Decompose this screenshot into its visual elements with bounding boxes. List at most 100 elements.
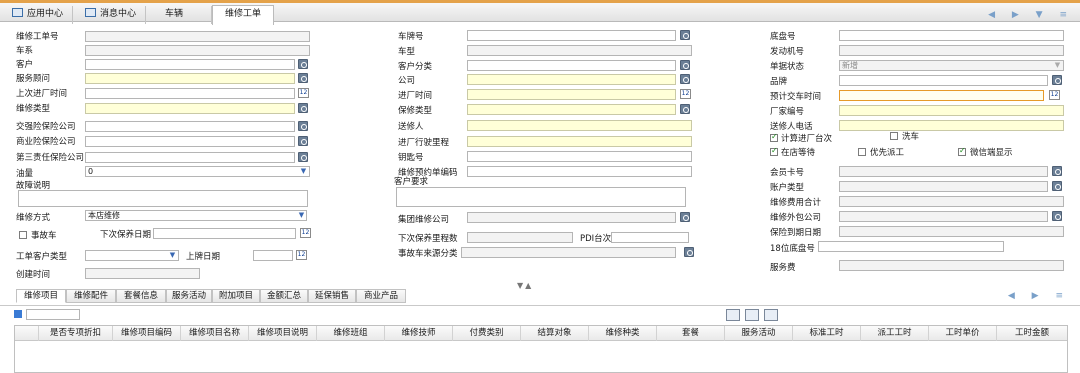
column-header[interactable]: 维修班组 [317,326,385,341]
accident-car-checkbox[interactable] [19,231,27,239]
plate-no-field[interactable] [467,30,676,41]
pdi-field[interactable] [611,232,689,243]
tab-amount-summary[interactable]: 金额汇总 [260,289,308,303]
column-header[interactable]: 维修种类 [589,326,657,341]
compulsory-insurer-lookup-button[interactable] [298,121,308,131]
tab-extra-items[interactable]: 附加项目 [212,289,260,303]
order-customer-type-select[interactable] [85,250,179,261]
column-header[interactable]: 套餐 [657,326,725,341]
tab-app-center[interactable]: 应用中心 [0,6,73,24]
wechat-checkbox[interactable] [958,146,966,156]
brand-field[interactable] [839,75,1048,86]
accident-source-field[interactable] [461,247,676,258]
appointment-no-field[interactable] [467,166,692,177]
tab-repair-order[interactable]: 维修工单 [212,5,274,25]
chassis-18-field[interactable] [818,241,1004,252]
column-header[interactable]: 工时单价 [929,326,997,341]
service-advisor-field[interactable] [85,73,295,84]
chevron-down-icon[interactable]: ▼ [1053,61,1062,70]
column-header[interactable]: 维修技师 [385,326,453,341]
tab-commercial-products[interactable]: 商业产品 [356,289,406,303]
sender-field[interactable] [467,120,692,131]
next-maint-date-field[interactable] [153,228,296,239]
column-header[interactable]: 结算对象 [521,326,589,341]
repair-items-grid[interactable]: 是否专项折扣 维修项目编码 维修项目名称 维修项目说明 维修班组 维修技师 付费… [14,325,1068,373]
plate-date-field[interactable] [253,250,293,261]
chassis-no-field[interactable] [839,30,1064,41]
chevron-down-icon[interactable]: ▼ [299,167,308,176]
chevron-down-icon[interactable]: ▼ [297,211,306,220]
third-party-insurer-lookup-button[interactable] [298,152,308,162]
outsource-company-lookup-button[interactable] [1052,211,1062,221]
third-party-insurer-field[interactable] [85,152,295,163]
insert-row-icon[interactable] [745,309,759,321]
account-type-field[interactable] [839,181,1048,192]
column-header[interactable]: 派工工时 [861,326,929,341]
group-repair-company-lookup-button[interactable] [680,212,690,222]
est-delivery-field[interactable] [839,90,1044,101]
factory-no-field[interactable] [839,105,1064,116]
column-header[interactable]: 付费类别 [453,326,521,341]
tab-service-activity[interactable]: 服务活动 [166,289,212,303]
company-lookup-button[interactable] [680,74,690,84]
tab-message-center[interactable]: 消息中心 [73,6,146,24]
account-type-lookup-button[interactable] [1052,181,1062,191]
outsource-company-field[interactable] [839,211,1048,222]
calendar-icon[interactable]: 12 [296,250,307,260]
delete-row-icon[interactable] [764,309,778,321]
wash-checkbox[interactable] [890,132,898,140]
fuel-select[interactable]: 0 [85,166,310,177]
count-entry-checkbox[interactable] [770,132,778,142]
repair-type-lookup-button[interactable] [298,103,308,113]
column-header[interactable]: 维修项目名称 [181,326,249,341]
customer-category-field[interactable] [467,60,676,71]
tab-repair-items[interactable]: 维修项目 [16,289,66,303]
tab-vehicle[interactable]: 车辆 [146,6,212,24]
tab-repair-parts[interactable]: 维修配件 [66,289,116,303]
company-field[interactable] [467,74,676,85]
group-repair-company-field[interactable] [467,212,676,223]
fault-desc-textarea[interactable] [18,190,308,207]
repair-type-field[interactable] [85,103,295,114]
calendar-icon[interactable]: 12 [300,228,311,238]
commercial-insurer-field[interactable] [85,136,295,147]
sender-phone-field[interactable] [839,120,1064,131]
column-header[interactable]: 是否专项折扣 [39,326,113,341]
key-no-field[interactable] [467,151,692,162]
column-header[interactable]: 维修项目说明 [249,326,317,341]
customer-request-textarea[interactable] [396,187,686,207]
customer-category-lookup-button[interactable] [680,60,690,70]
add-row-icon[interactable] [726,309,740,321]
calendar-icon[interactable]: 12 [298,88,309,98]
customer-field[interactable] [85,59,295,70]
waiting-checkbox[interactable] [770,146,778,156]
plate-no-lookup-button[interactable] [680,30,690,40]
maint-type-lookup-button[interactable] [680,104,690,114]
grid-filter-input[interactable] [26,309,80,320]
service-advisor-lookup-button[interactable] [298,73,308,83]
tab-extended-warranty[interactable]: 延保销售 [308,289,356,303]
last-entry-time-field[interactable] [85,88,295,99]
maint-type-field[interactable] [467,104,676,115]
next-maint-mileage-field[interactable] [467,232,573,243]
priority-checkbox[interactable] [858,148,866,156]
brand-lookup-button[interactable] [1052,75,1062,85]
customer-lookup-button[interactable] [298,59,308,69]
commercial-insurer-lookup-button[interactable] [298,136,308,146]
entry-mileage-field[interactable] [467,136,692,147]
accident-source-lookup-button[interactable] [684,247,694,257]
calendar-icon[interactable]: 12 [1049,90,1060,100]
tab-package-info[interactable]: 套餐信息 [116,289,166,303]
column-header[interactable]: 标准工时 [793,326,861,341]
repair-mode-select[interactable]: 本店维修 [85,210,307,221]
calendar-icon[interactable]: 12 [680,89,691,99]
chevron-down-icon[interactable]: ▼ [168,251,177,260]
column-header[interactable]: 服务活动 [725,326,793,341]
tab-nav-arrows[interactable]: ◀ ▶ ▼ ≡ [988,10,1074,20]
compulsory-insurer-field[interactable] [85,121,295,132]
column-header[interactable]: 维修项目编码 [113,326,181,341]
column-header[interactable]: 工时金额 [997,326,1067,341]
doc-status-select[interactable]: 新增 [839,60,1064,71]
member-card-lookup-button[interactable] [1052,166,1062,176]
detail-tab-nav-arrows[interactable]: ◀ ▶ ≡ [1008,291,1070,301]
